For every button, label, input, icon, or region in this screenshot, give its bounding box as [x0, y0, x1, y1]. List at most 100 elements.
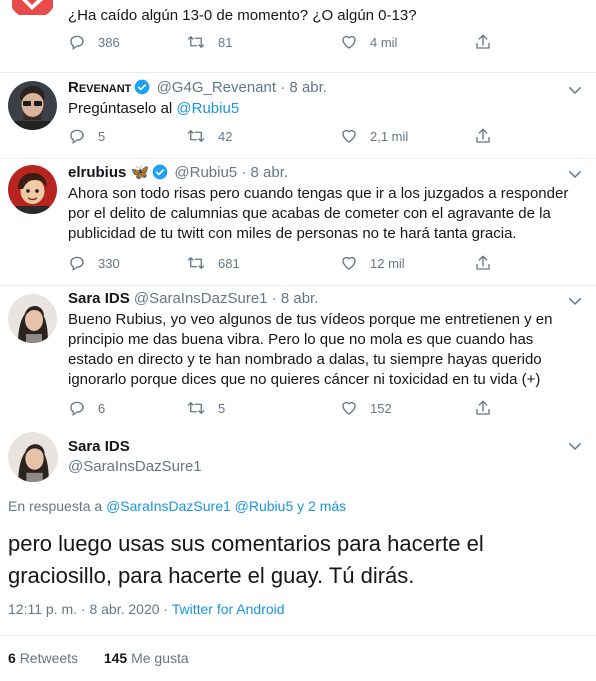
sara-avatar	[8, 294, 57, 343]
heart-icon	[342, 401, 356, 415]
separator-dot: ·	[271, 290, 277, 307]
like-button[interactable]: 2,1 mil	[340, 127, 408, 145]
separator-dot: ·	[280, 79, 286, 96]
reply-context: En respuesta a @SaraInsDazSure1 @Rubiu5 …	[8, 498, 346, 514]
avatar[interactable]	[8, 165, 57, 214]
separator-dot: ·	[241, 164, 247, 181]
reply-prefix: En respuesta a	[8, 498, 107, 514]
tweet-3[interactable]: elrubius 🦋 @Rubiu5 · 8 abr. Ahora son to…	[0, 159, 596, 286]
likes-count: 145	[103, 650, 128, 666]
tweet-4[interactable]: Sara IDS @SaraInsDazSure1 · 8 abr. Bueno…	[0, 286, 596, 425]
like-button[interactable]: 152	[340, 399, 392, 417]
retweet-count: 681	[218, 255, 240, 271]
retweet-button[interactable]: 42	[186, 127, 232, 145]
tweet-1[interactable]: ¿Ha caído algún 13-0 de momento? ¿O algú…	[0, 0, 596, 73]
retweet-icon	[187, 257, 205, 269]
share-button[interactable]	[474, 33, 504, 51]
retweet-icon	[187, 130, 205, 142]
butterfly-emoji: 🦋	[130, 164, 150, 181]
text-prefix: Pregúntaselo al	[68, 100, 177, 117]
retweets-count: 6	[8, 650, 16, 666]
tweet-actions: 330 681 12 mil	[68, 254, 498, 276]
divider	[0, 635, 596, 636]
heart-icon	[342, 35, 356, 49]
author-name[interactable]: Sara IDS	[68, 290, 130, 307]
chevron-down-icon[interactable]	[566, 165, 584, 183]
share-button[interactable]	[474, 127, 504, 145]
retweets-stat[interactable]: 6 Retweets	[8, 650, 78, 666]
reply-button[interactable]: 386	[68, 33, 120, 51]
tweet-text: Pregúntaselo al @Rubiu5	[68, 99, 586, 119]
reply-count: 6	[98, 400, 106, 416]
tweet-date[interactable]: 8 abr.	[251, 164, 289, 181]
tweet-meta: 12:11 p. m. · 8 abr. 2020 · Twitter for …	[8, 601, 285, 617]
tweet-time[interactable]: 12:11 p. m.	[8, 601, 77, 617]
share-button[interactable]	[474, 399, 504, 417]
reply-count: 330	[98, 255, 120, 271]
author-handle[interactable]: @G4G_Revenant	[157, 79, 276, 96]
heart-icon	[342, 256, 356, 270]
share-icon	[476, 34, 490, 49]
reply-button[interactable]: 5	[68, 127, 105, 145]
retweet-icon	[187, 402, 205, 414]
share-icon	[476, 255, 490, 270]
tweet-date[interactable]: 8 abr.	[281, 290, 319, 307]
author-name[interactable]: Sara IDS	[68, 437, 202, 457]
retweet-icon	[187, 36, 205, 48]
reply-count: 386	[98, 34, 120, 50]
like-count: 2,1 mil	[370, 128, 409, 144]
retweet-count: 81	[218, 34, 233, 50]
tweet-source[interactable]: Twitter for Android	[172, 601, 285, 617]
verified-badge-icon	[152, 164, 168, 180]
retweets-label: Retweets	[19, 650, 79, 666]
reply-icon	[70, 256, 84, 272]
verified-badge-icon	[135, 79, 150, 95]
tweet-date[interactable]: 8 abr.	[289, 79, 327, 96]
reply-icon	[70, 129, 84, 145]
reply-button[interactable]: 6	[68, 399, 105, 417]
tweet-actions: 6 5 152	[68, 399, 498, 421]
tweet-full-date[interactable]: 8 abr. 2020	[89, 601, 159, 617]
share-icon	[476, 400, 490, 415]
avatar[interactable]	[8, 0, 57, 19]
avatar[interactable]	[8, 294, 57, 343]
like-count: 4 mil	[370, 34, 398, 50]
share-icon	[476, 128, 490, 143]
tweet-stats: 6 Retweets 145 Me gusta	[8, 650, 189, 666]
tweet-2[interactable]: Revenant @G4G_Revenant · 8 abr. Pregúnta…	[0, 73, 596, 159]
tweet-text: ¿Ha caído algún 13-0 de momento? ¿O algú…	[68, 7, 417, 24]
author-name[interactable]: Revenant	[68, 79, 131, 96]
reply-to-links[interactable]: @SaraInsDazSure1 @Rubiu5 y 2 más	[106, 498, 346, 514]
likes-label: Me gusta	[131, 650, 189, 666]
logo-avatar	[8, 0, 57, 19]
author-name[interactable]: elrubius	[68, 164, 126, 181]
chevron-down-icon[interactable]	[566, 292, 584, 310]
like-button[interactable]: 12 mil	[340, 254, 405, 272]
chevron-down-icon[interactable]	[566, 437, 584, 455]
reply-icon	[70, 35, 84, 51]
share-button[interactable]	[474, 254, 504, 272]
avatar[interactable]	[8, 81, 57, 130]
author-handle[interactable]: @SaraInsDazSure1	[68, 457, 202, 477]
reply-count: 5	[98, 128, 106, 144]
mention-link[interactable]: @Rubiu5	[176, 100, 239, 117]
like-count: 12 mil	[370, 255, 405, 271]
retweet-button[interactable]: 81	[186, 33, 232, 51]
author-handle[interactable]: @SaraInsDazSure1	[134, 290, 268, 307]
elrubius-avatar	[8, 165, 57, 214]
likes-stat[interactable]: 145 Me gusta	[104, 650, 189, 666]
retweet-button[interactable]: 5	[186, 399, 225, 417]
author-handle[interactable]: @Rubiu5	[174, 164, 237, 181]
separator-dot: ·	[163, 601, 169, 617]
retweet-count: 42	[218, 128, 233, 144]
like-button[interactable]: 4 mil	[340, 33, 397, 51]
retweet-button[interactable]: 681	[186, 254, 240, 272]
reply-button[interactable]: 330	[68, 254, 120, 272]
heart-icon	[342, 129, 356, 143]
avatar[interactable]	[8, 432, 58, 482]
revenant-avatar	[8, 81, 57, 130]
sara-avatar	[8, 432, 58, 482]
main-tweet-text: pero luego usas sus comentarios para hac…	[8, 531, 484, 588]
reply-icon	[70, 401, 84, 417]
chevron-down-icon[interactable]	[566, 81, 584, 99]
